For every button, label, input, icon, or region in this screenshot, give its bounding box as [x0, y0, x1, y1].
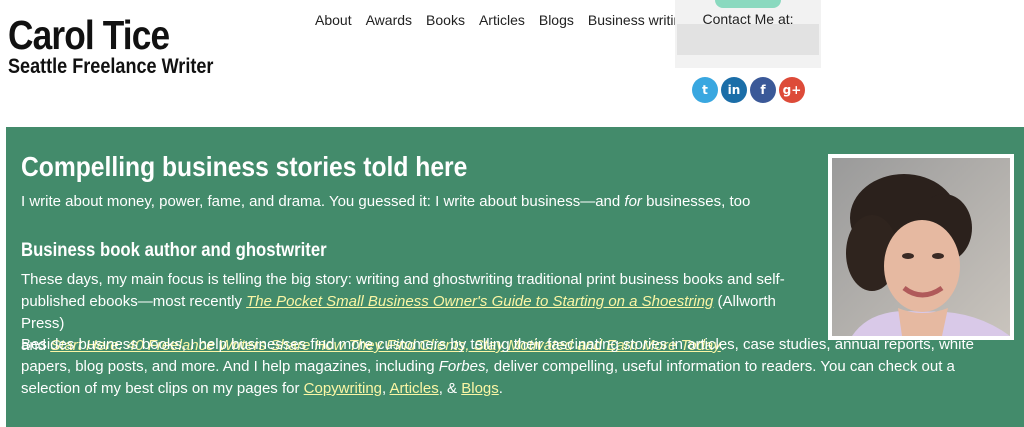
nav-item-blogs[interactable]: Blogs	[532, 10, 581, 30]
link-copywriting[interactable]: Copywriting	[304, 380, 382, 397]
contact-notch	[715, 0, 781, 8]
services-paragraph: Besides business books, I help businesse…	[21, 334, 1011, 400]
link-articles[interactable]: Articles	[390, 380, 439, 397]
nav-item-about[interactable]: About	[308, 10, 359, 30]
site-branding[interactable]: Carol Tice Seattle Freelance Writer	[8, 14, 247, 78]
link-blogs[interactable]: Blogs	[461, 380, 499, 397]
main-nav: About Awards Books Articles Blogs Busine…	[308, 10, 696, 30]
twitter-icon[interactable]: t	[692, 77, 718, 103]
contact-field[interactable]	[677, 24, 819, 55]
hero-section: Compelling business stories told here I …	[6, 127, 1024, 427]
author-portrait	[832, 158, 1010, 336]
site-subtitle: Seattle Freelance Writer	[8, 55, 214, 78]
nav-item-awards[interactable]: Awards	[359, 10, 419, 30]
tagline-text-end: businesses, too	[641, 193, 751, 210]
googleplus-icon[interactable]: g+	[779, 77, 805, 103]
book-link-pocket-guide[interactable]: The Pocket Small Business Owner's Guide …	[246, 293, 713, 310]
p2-sep1: ,	[382, 380, 390, 397]
tagline-emphasis: for	[624, 193, 642, 210]
hero-subheading: Business book author and ghostwriter	[21, 240, 327, 261]
p2-sep2: , &	[438, 380, 462, 397]
hero-title: Compelling business stories told here	[21, 151, 468, 182]
facebook-icon[interactable]: f	[750, 77, 776, 103]
contact-widget: Contact Me at:	[675, 0, 821, 68]
p2-period: .	[498, 380, 503, 397]
site-title[interactable]: Carol Tice	[8, 14, 213, 56]
tagline-text: I write about money, power, fame, and dr…	[21, 193, 625, 210]
linkedin-icon[interactable]: in	[721, 77, 747, 103]
author-photo	[828, 154, 1014, 340]
nav-item-books[interactable]: Books	[419, 10, 472, 30]
hero-tagline: I write about money, power, fame, and dr…	[21, 192, 811, 212]
nav-item-articles[interactable]: Articles	[472, 10, 532, 30]
p2-forbes: Forbes,	[438, 358, 490, 375]
social-links: t in f g+	[692, 77, 805, 103]
